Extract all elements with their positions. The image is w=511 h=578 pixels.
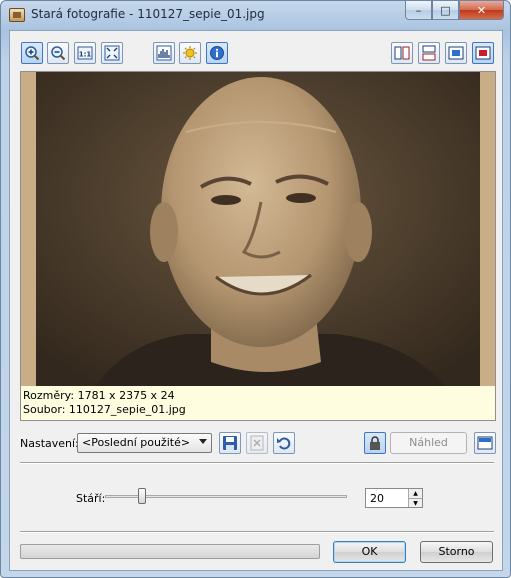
zoom-out-icon [51,46,66,61]
delete-icon [250,435,264,451]
zoom-in-icon [25,46,40,61]
settings-label: Nastavení: [20,437,79,450]
maximize-button[interactable]: □ [432,1,459,20]
app-icon [9,8,25,22]
info-icon [210,46,224,60]
save-icon [223,436,237,450]
cancel-button[interactable]: Storno [420,541,493,563]
fit-to-window-button[interactable] [101,42,123,64]
image-info-panel: Rozměry: 1781 x 2375 x 24 Soubor: 110127… [21,386,495,420]
sun-icon [183,46,197,60]
split-vertical-icon [394,46,410,60]
histogram-button[interactable] [153,42,175,64]
lock-icon [370,436,380,450]
window-title: Stará fotografie - 110127_sepie_01.jpg [31,7,265,21]
settings-preset-value: <Poslední použité> [82,436,191,449]
minimize-button[interactable]: – [405,1,432,20]
actual-size-icon: 1:1 [77,46,93,60]
image-filename: Soubor: 110127_sepie_01.jpg [23,403,186,416]
image-preview[interactable]: Rozměry: 1781 x 2375 x 24 Soubor: 110127… [20,71,496,421]
single-view-button[interactable] [445,42,467,64]
split-vertical-button[interactable] [391,42,413,64]
original-view-button[interactable] [472,42,494,64]
close-button[interactable]: ✕ [459,1,504,20]
actual-size-button[interactable]: 1:1 [74,42,96,64]
lock-preview-button[interactable] [364,432,386,454]
layout-icon [477,436,493,450]
portrait-photo [36,72,480,386]
separator [20,462,494,464]
ok-button[interactable]: OK [333,541,406,563]
compare-layout-button[interactable] [474,432,496,454]
undo-icon [277,437,291,450]
settings-preset-select[interactable]: <Poslední použité> [77,433,212,453]
window-controls: – □ ✕ [405,1,504,20]
progress-bar [20,544,320,559]
original-view-icon [475,46,491,60]
zoom-out-button[interactable] [47,42,69,64]
delete-preset-button[interactable] [246,432,268,454]
fit-to-window-icon [104,45,120,61]
zoom-in-button[interactable] [21,42,43,64]
dialog-window: Stará fotografie - 110127_sepie_01.jpg –… [0,0,511,578]
age-label: Stáří: [76,492,106,505]
chevron-down-icon [199,439,207,444]
brightness-button[interactable] [179,42,201,64]
histogram-icon [156,45,172,61]
split-horizontal-button[interactable] [418,42,440,64]
image-dimensions: Rozměry: 1781 x 2375 x 24 [23,389,175,402]
split-horizontal-icon [422,45,436,61]
separator-bottom [20,531,494,533]
svg-text:1:1: 1:1 [79,51,92,59]
spin-up-icon[interactable]: ▲ [408,489,422,498]
age-spinner[interactable]: 20 ▲ ▼ [365,488,423,508]
title-bar[interactable]: Stará fotografie - 110127_sepie_01.jpg –… [1,1,510,29]
dialog-content: 1:1 Rozměry: 1781 x 2375 x 24 Soubor: 11… [9,30,503,571]
age-slider-thumb[interactable] [138,488,146,504]
preview-button[interactable]: Náhled [390,432,467,454]
age-value: 20 [370,492,384,505]
spin-down-icon[interactable]: ▼ [408,498,422,507]
save-preset-button[interactable] [219,432,241,454]
reset-button[interactable] [273,432,295,454]
info-button[interactable] [206,42,228,64]
single-view-icon [448,46,464,60]
